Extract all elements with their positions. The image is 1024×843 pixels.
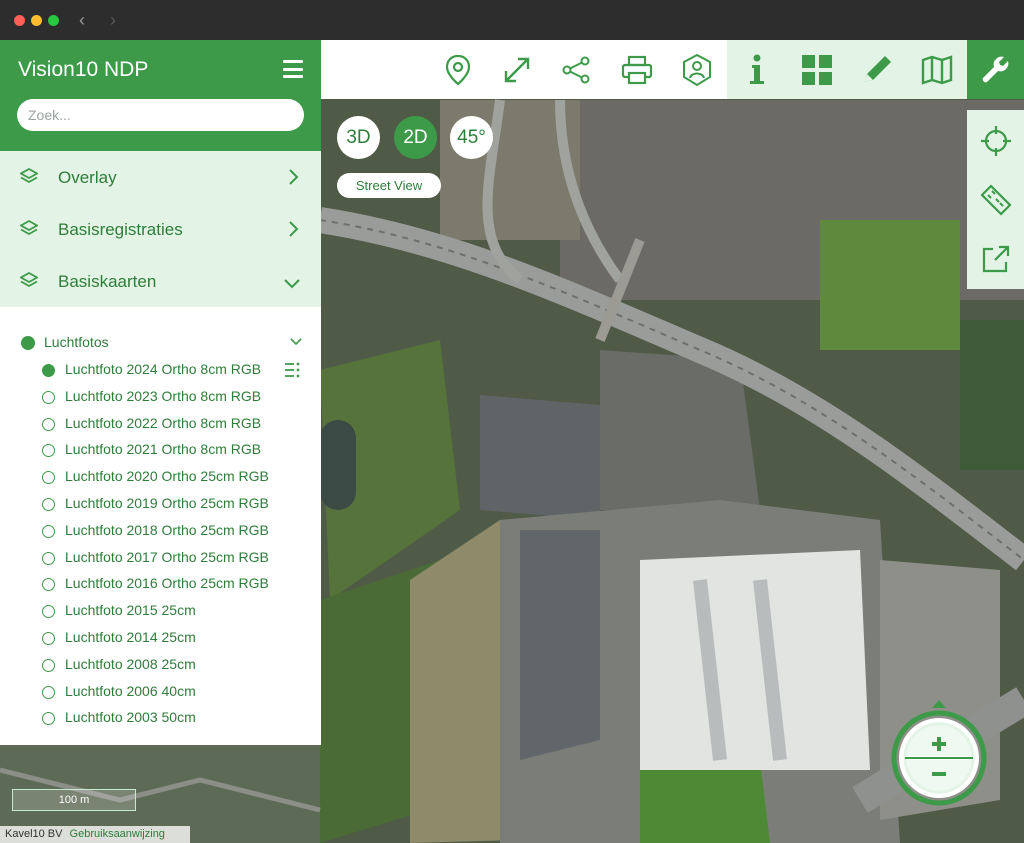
category-overlay[interactable]: Overlay — [0, 151, 321, 203]
pencil-icon[interactable] — [859, 52, 895, 88]
layer-label: Luchtfoto 2017 Ortho 25cm RGB — [65, 548, 269, 565]
layer-item[interactable]: Luchtfoto 2020 Ortho 25cm RGB — [0, 464, 321, 491]
layer-label: Luchtfoto 2023 Ortho 8cm RGB — [65, 387, 262, 404]
layer-label: Luchtfoto 2014 25cm — [65, 628, 196, 645]
toolbar-highlight — [727, 40, 967, 99]
layer-item[interactable]: Luchtfoto 2008 25cm — [0, 652, 321, 679]
grid-icon[interactable] — [799, 52, 835, 88]
layer-label: Luchtfoto 2006 40cm — [65, 682, 196, 699]
street-view-button[interactable]: Street View — [337, 173, 441, 198]
layer-item[interactable]: Luchtfoto 2014 25cm — [0, 625, 321, 652]
layer-label: Luchtfoto 2024 Ortho 8cm RGB — [65, 361, 262, 377]
chevron-right-icon — [289, 221, 299, 237]
layer-radio[interactable] — [42, 578, 55, 592]
forward-icon[interactable]: › — [104, 10, 122, 30]
layer-item[interactable]: Luchtfoto 2018 Ortho 25cm RGB — [0, 518, 321, 545]
menu-icon[interactable] — [283, 60, 303, 78]
layers-icon — [20, 219, 38, 236]
layer-radio[interactable] — [42, 658, 55, 672]
layer-label: Luchtfoto 2015 25cm — [65, 602, 196, 619]
map-tools — [967, 110, 1024, 289]
layer-label: Luchtfoto 2022 Ortho 8cm RGB — [65, 414, 262, 431]
user-guide-link[interactable]: Gebruiksaanwijzing — [70, 828, 165, 840]
layer-label: Luchtfoto 2021 Ortho 8cm RGB — [65, 441, 262, 458]
maximize-window-button[interactable] — [48, 15, 59, 26]
location-pin-icon[interactable] — [440, 52, 476, 88]
layer-label: Luchtfoto 2020 Ortho 25cm RGB — [65, 468, 269, 485]
layer-label: Luchtfoto 2008 25cm — [65, 655, 196, 672]
sidebar: Vision10 NDP Overlay Basisregistraties B… — [0, 40, 321, 745]
main-toolbar — [321, 40, 1024, 99]
layer-item[interactable]: Luchtfoto 2006 40cm — [0, 679, 321, 706]
layers-icon — [20, 167, 38, 184]
app-title: Vision10 NDP — [18, 58, 149, 81]
layer-label: Luchtfoto 2016 Ortho 25cm RGB — [65, 575, 269, 592]
external-link-icon[interactable] — [979, 242, 1013, 276]
layer-item[interactable]: Luchtfoto 2024 Ortho 8cm RGB — [0, 357, 321, 384]
share-icon[interactable] — [558, 52, 594, 88]
wrench-icon — [982, 56, 1009, 83]
sidebar-header: Vision10 NDP — [0, 40, 321, 151]
view-3d-button[interactable]: 3D — [337, 116, 380, 159]
crosshair-icon[interactable] — [979, 124, 1013, 158]
chevron-right-icon — [289, 169, 299, 185]
map-icon[interactable] — [919, 52, 955, 88]
layer-radio[interactable] — [42, 497, 55, 511]
category-basisregistraties[interactable]: Basisregistraties — [0, 203, 321, 255]
layer-item[interactable]: Luchtfoto 2021 Ortho 8cm RGB — [0, 437, 321, 464]
zoom-control — [891, 700, 987, 806]
legend-list-icon[interactable] — [284, 362, 301, 378]
chevron-down-icon — [284, 279, 300, 289]
view-2d-button[interactable]: 2D — [394, 116, 437, 159]
category-label: Basisregistraties — [58, 220, 183, 239]
layer-radio[interactable] — [42, 551, 55, 565]
layer-radio[interactable] — [42, 524, 55, 538]
layer-label: Luchtfoto 2018 Ortho 25cm RGB — [65, 521, 269, 538]
close-window-button[interactable] — [14, 15, 25, 26]
layer-label: Luchtfoto 2019 Ortho 25cm RGB — [65, 494, 269, 511]
info-icon[interactable] — [739, 52, 775, 88]
layer-item[interactable]: Luchtfoto 2023 Ortho 8cm RGB — [0, 384, 321, 411]
ruler-icon[interactable] — [979, 183, 1013, 217]
minimize-window-button[interactable] — [31, 15, 42, 26]
settings-button[interactable] — [967, 40, 1024, 99]
search-input[interactable] — [17, 99, 304, 131]
layer-item[interactable]: Luchtfoto 2017 Ortho 25cm RGB — [0, 545, 321, 572]
layer-radio[interactable] — [42, 390, 55, 404]
scale-bar: 100 m — [12, 789, 136, 811]
category-basiskaarten[interactable]: Basiskaarten — [0, 255, 321, 307]
attribution: Kavel10 BV Gebruiksaanwijzing — [0, 826, 190, 843]
layer-radio[interactable] — [42, 712, 55, 726]
layer-item[interactable]: Luchtfoto 2022 Ortho 8cm RGB — [0, 411, 321, 438]
layer-group-label: Luchtfotos — [44, 334, 109, 350]
layers-icon — [20, 271, 38, 288]
layer-radio[interactable] — [42, 364, 55, 377]
layer-item[interactable]: Luchtfoto 2015 25cm — [0, 598, 321, 625]
layer-item[interactable]: Luchtfoto 2019 Ortho 25cm RGB — [0, 491, 321, 518]
layer-radio[interactable] — [42, 417, 55, 431]
view-45-button[interactable]: 45° — [450, 116, 493, 159]
layer-list: Luchtfoto 2024 Ortho 8cm RGB Luchtfoto 20… — [0, 357, 321, 732]
category-label: Overlay — [58, 168, 117, 187]
layer-item[interactable]: Luchtfoto 2016 Ortho 25cm RGB — [0, 571, 321, 598]
back-icon[interactable]: ‹ — [73, 10, 91, 30]
scale-label: 100 m — [58, 794, 90, 806]
layer-radio[interactable] — [42, 631, 55, 645]
layer-group-header[interactable]: Luchtfotos — [0, 331, 321, 357]
layer-radio[interactable] — [42, 444, 55, 458]
layer-radio[interactable] — [42, 685, 55, 699]
layer-item[interactable]: Luchtfoto 2003 50cm — [0, 705, 321, 732]
category-label: Basiskaarten — [58, 272, 157, 291]
layer-label: Luchtfoto 2003 50cm — [65, 709, 196, 726]
layer-radio[interactable] — [42, 605, 55, 619]
browser-chrome: ‹ › — [0, 0, 1024, 40]
expand-icon[interactable] — [499, 52, 535, 88]
chevron-down-icon — [290, 338, 302, 346]
user-shield-icon[interactable] — [679, 52, 715, 88]
attribution-owner: Kavel10 BV — [5, 828, 63, 840]
group-active-indicator — [21, 336, 35, 350]
layer-radio[interactable] — [42, 471, 55, 485]
print-icon[interactable] — [619, 52, 655, 88]
layer-group-luchtfotos: Luchtfotos Luchtfoto 2024 Ortho 8cm RGB L… — [0, 307, 321, 732]
